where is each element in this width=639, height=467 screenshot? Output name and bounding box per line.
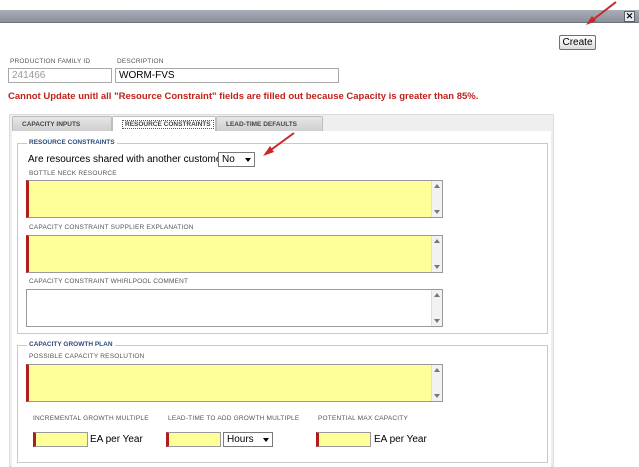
family-id-field: 241466 [8,68,112,83]
shared-resources-value: No [222,154,235,165]
scrollbar[interactable] [431,365,442,401]
max-capacity-input[interactable] [316,432,371,447]
capacity-resolution-textarea[interactable] [26,364,443,402]
bottleneck-label: BOTTLE NECK RESOURCE [29,170,117,177]
tab-capacity-inputs[interactable]: CAPACITY INPUTS [12,116,112,131]
max-capacity-unit: EA per Year [374,434,427,445]
tab-lead-time-defaults[interactable]: LEAD-TIME DEFAULTS [216,116,323,131]
close-icon[interactable]: ✕ [624,11,635,22]
family-id-label: PRODUCTION FAMILY ID [10,58,91,65]
scroll-down-icon [434,265,440,269]
resource-constraints-legend: RESOURCE CONSTRAINTS [27,139,117,146]
chevron-down-icon [245,158,251,162]
leadtime-unit-select[interactable]: Hours [223,432,273,447]
scroll-down-icon [434,319,440,323]
supplier-explanation-label: CAPACITY CONSTRAINT SUPPLIER EXPLANATION [29,224,194,231]
whirlpool-comment-textarea[interactable] [26,289,443,327]
scroll-up-icon [434,368,440,372]
growth-plan-fieldset [17,345,548,463]
max-capacity-label: POTENTIAL MAX CAPACITY [318,415,408,422]
scroll-up-icon [434,239,440,243]
whirlpool-comment-label: CAPACITY CONSTRAINT WHIRLPOOL COMMENT [29,278,189,285]
scroll-up-icon [434,293,440,297]
leadtime-growth-input[interactable] [166,432,221,447]
dialog-titlebar: ✕ [0,10,639,23]
capacity-resolution-label: POSSIBLE CAPACITY RESOLUTION [29,353,145,360]
error-message: Cannot Update unitl all "Resource Constr… [8,91,479,102]
chevron-down-icon [263,438,269,442]
scroll-down-icon [434,394,440,398]
description-label: DESCRIPTION [117,58,164,65]
create-button[interactable]: Create [559,35,596,50]
shared-resources-select[interactable]: No [218,152,255,167]
bottleneck-textarea[interactable] [26,180,443,218]
incremental-growth-label: INCREMENTAL GROWTH MULTIPLE [33,415,149,422]
leadtime-growth-label: LEAD-TIME TO ADD GROWTH MULTIPLE [168,415,300,422]
scrollbar[interactable] [431,181,442,217]
leadtime-unit-value: Hours [227,434,254,445]
scroll-down-icon [434,210,440,214]
scrollbar[interactable] [431,236,442,272]
shared-resources-question: Are resources shared with another custom… [28,154,231,165]
tab-resource-constraints-label: RESOURCE CONSTRAINTS [122,120,214,129]
growth-plan-legend: CAPACITY GROWTH PLAN [27,341,115,348]
tab-resource-constraints[interactable]: RESOURCE CONSTRAINTS [112,116,216,131]
description-field[interactable]: WORM-FVS [115,68,339,83]
incremental-growth-input[interactable] [33,432,88,447]
scroll-up-icon [434,184,440,188]
scrollbar[interactable] [431,290,442,326]
incremental-growth-unit: EA per Year [90,434,143,445]
supplier-explanation-textarea[interactable] [26,235,443,273]
